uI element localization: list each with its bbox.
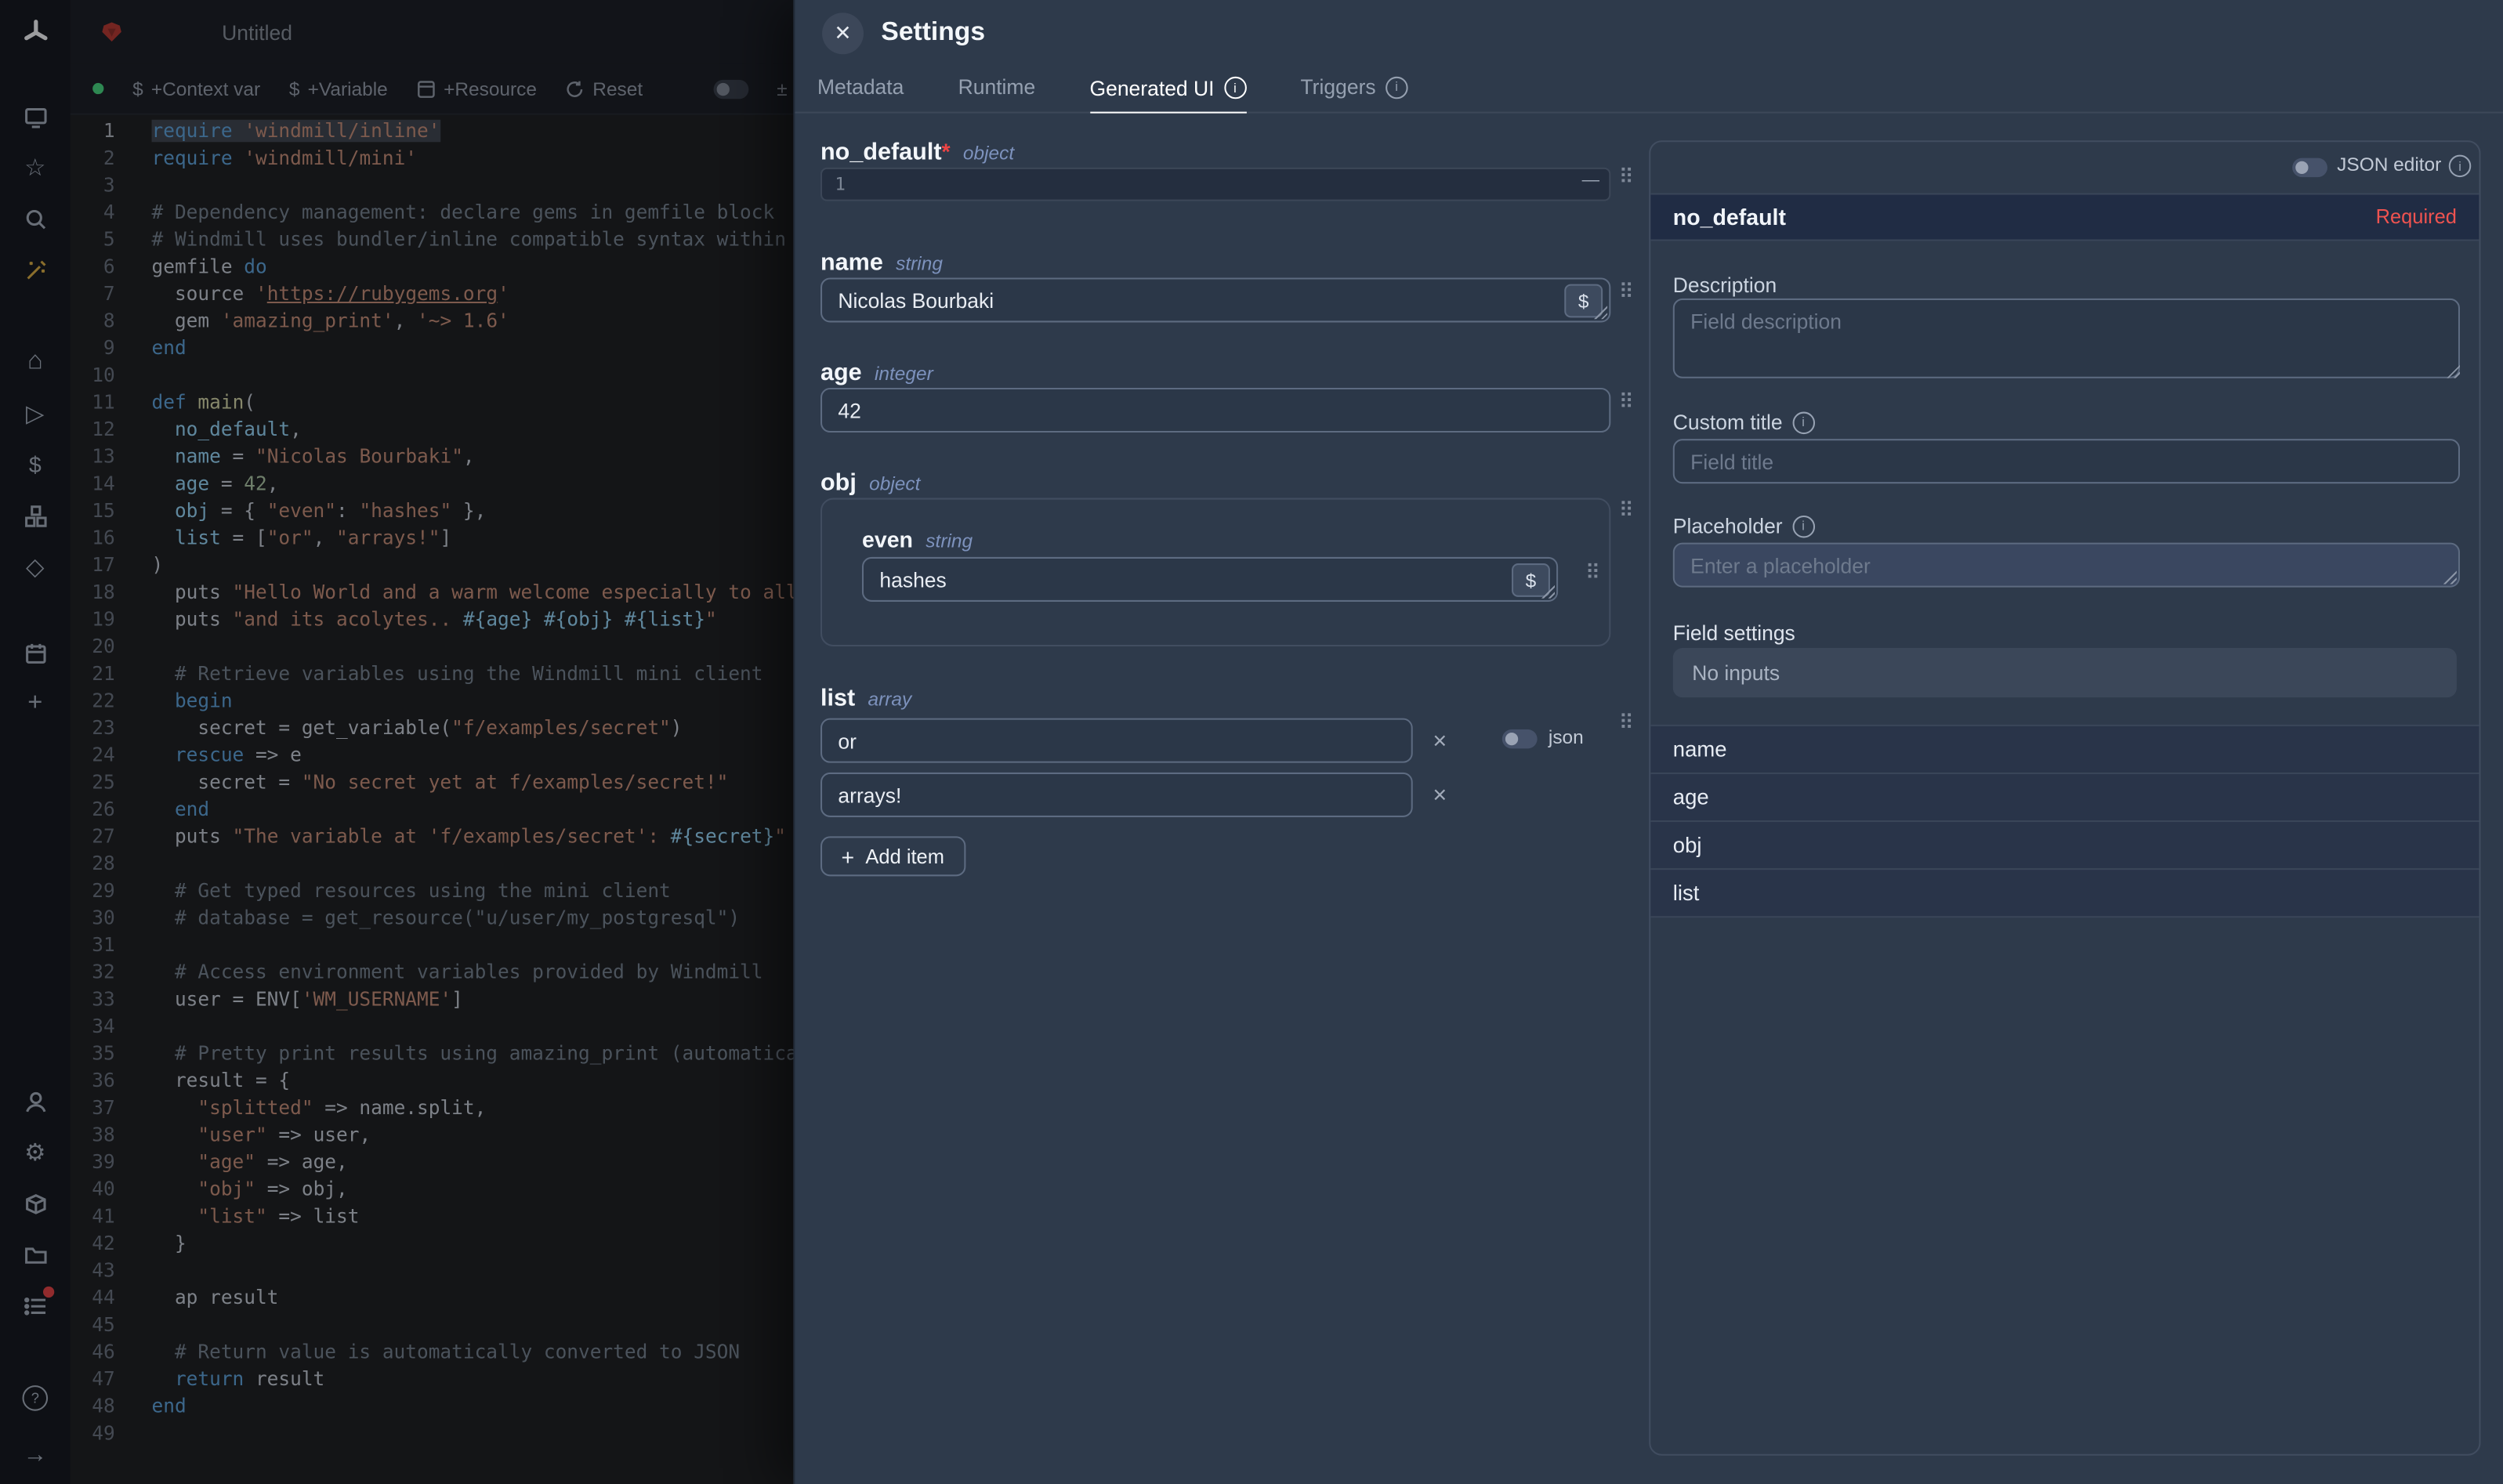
- drag-handle-icon[interactable]: ⠿: [1619, 500, 1634, 524]
- name-input[interactable]: [820, 277, 1610, 322]
- drawer-title: Settings: [881, 17, 985, 48]
- list-item-0-input[interactable]: [820, 718, 1413, 763]
- field-settings-label: Field settings: [1673, 621, 1795, 645]
- generated-ui-content: no_default* object 1 — ⠿ name string $ ⠿…: [795, 114, 2503, 1484]
- settings-tabs: Metadata Runtime Generated UIi Triggersi: [795, 71, 2503, 114]
- json-toggle[interactable]: [1502, 729, 1538, 748]
- json-toggle-label: json: [1549, 726, 1584, 749]
- field-label-list: list array: [820, 685, 911, 712]
- even-input-wrap: $: [862, 557, 1558, 602]
- placeholder-input[interactable]: [1673, 543, 2460, 588]
- app-root: Untitled $ +Context var $ +Variable +Res…: [0, 0, 2503, 1484]
- field-label-no-default: no_default* object: [820, 139, 1014, 166]
- list-item-1-wrap: [820, 773, 1413, 817]
- info-icon: i: [2449, 155, 2472, 178]
- field-row-obj[interactable]: obj: [1650, 820, 2479, 868]
- no-default-json-input[interactable]: 1 —: [820, 168, 1610, 201]
- drag-handle-icon[interactable]: ⠿: [1619, 166, 1634, 190]
- close-icon[interactable]: ✕: [822, 13, 864, 54]
- field-label-name: name string: [820, 249, 943, 277]
- placeholder-label: Placeholderi: [1673, 514, 1815, 538]
- field-label-even: even string: [862, 527, 973, 552]
- tab-generated-ui[interactable]: Generated UIi: [1090, 76, 1247, 114]
- add-item-button[interactable]: + Add item: [820, 836, 965, 876]
- insert-variable-button[interactable]: $: [1512, 563, 1550, 597]
- age-input[interactable]: [820, 388, 1610, 433]
- field-label-age: age integer: [820, 359, 933, 386]
- plus-icon: +: [841, 845, 854, 868]
- no-inputs-box: No inputs: [1673, 648, 2457, 697]
- description-label: Description: [1673, 273, 1777, 297]
- field-properties-panel: JSON editor i no_default Required Descri…: [1649, 140, 2480, 1455]
- drag-handle-icon[interactable]: ⠿: [1619, 391, 1634, 415]
- field-row-age[interactable]: age: [1650, 773, 2479, 820]
- obj-nested-box: even string $ ⠿: [820, 498, 1610, 646]
- age-input-wrap: [820, 388, 1610, 433]
- field-row-no_default-selected[interactable]: no_default Required: [1650, 193, 2479, 241]
- field-row-list[interactable]: list: [1650, 868, 2479, 918]
- drag-handle-icon[interactable]: ⠿: [1585, 562, 1600, 586]
- field-row-name[interactable]: name: [1650, 725, 2479, 773]
- json-editor-label: JSON editor: [2337, 154, 2441, 176]
- required-badge: Required: [2376, 206, 2457, 229]
- field-label-obj: obj object: [820, 469, 920, 497]
- drawer-header: ✕ Settings: [795, 0, 2503, 71]
- info-icon: i: [1224, 77, 1247, 100]
- list-item-1-input[interactable]: [820, 773, 1413, 817]
- tab-triggers[interactable]: Triggersi: [1300, 75, 1407, 112]
- insert-variable-button[interactable]: $: [1564, 284, 1603, 318]
- description-textarea[interactable]: [1673, 299, 2460, 378]
- collapse-icon[interactable]: —: [1582, 171, 1599, 190]
- custom-title-wrap: [1673, 439, 2460, 483]
- custom-title-input[interactable]: [1673, 439, 2460, 483]
- drag-handle-icon[interactable]: ⠿: [1619, 712, 1634, 737]
- list-item-0-wrap: [820, 718, 1413, 763]
- settings-drawer: ✕ Settings Metadata Runtime Generated UI…: [793, 0, 2503, 1484]
- name-input-wrap: $: [820, 277, 1610, 322]
- info-icon: i: [1386, 76, 1408, 99]
- remove-item-icon[interactable]: ×: [1425, 780, 1454, 809]
- json-editor-toggle[interactable]: [2292, 158, 2327, 177]
- even-input[interactable]: [862, 557, 1558, 602]
- tab-metadata[interactable]: Metadata: [817, 75, 904, 112]
- info-icon: i: [1792, 411, 1815, 434]
- custom-title-label: Custom titlei: [1673, 411, 1815, 435]
- tab-runtime[interactable]: Runtime: [958, 75, 1036, 112]
- modal-backdrop[interactable]: [0, 0, 793, 1484]
- placeholder-wrap: [1673, 543, 2460, 588]
- field-rows: nameageobjlist: [1650, 725, 2479, 918]
- remove-item-icon[interactable]: ×: [1425, 726, 1454, 755]
- drag-handle-icon[interactable]: ⠿: [1619, 281, 1634, 306]
- info-icon: i: [1792, 515, 1815, 537]
